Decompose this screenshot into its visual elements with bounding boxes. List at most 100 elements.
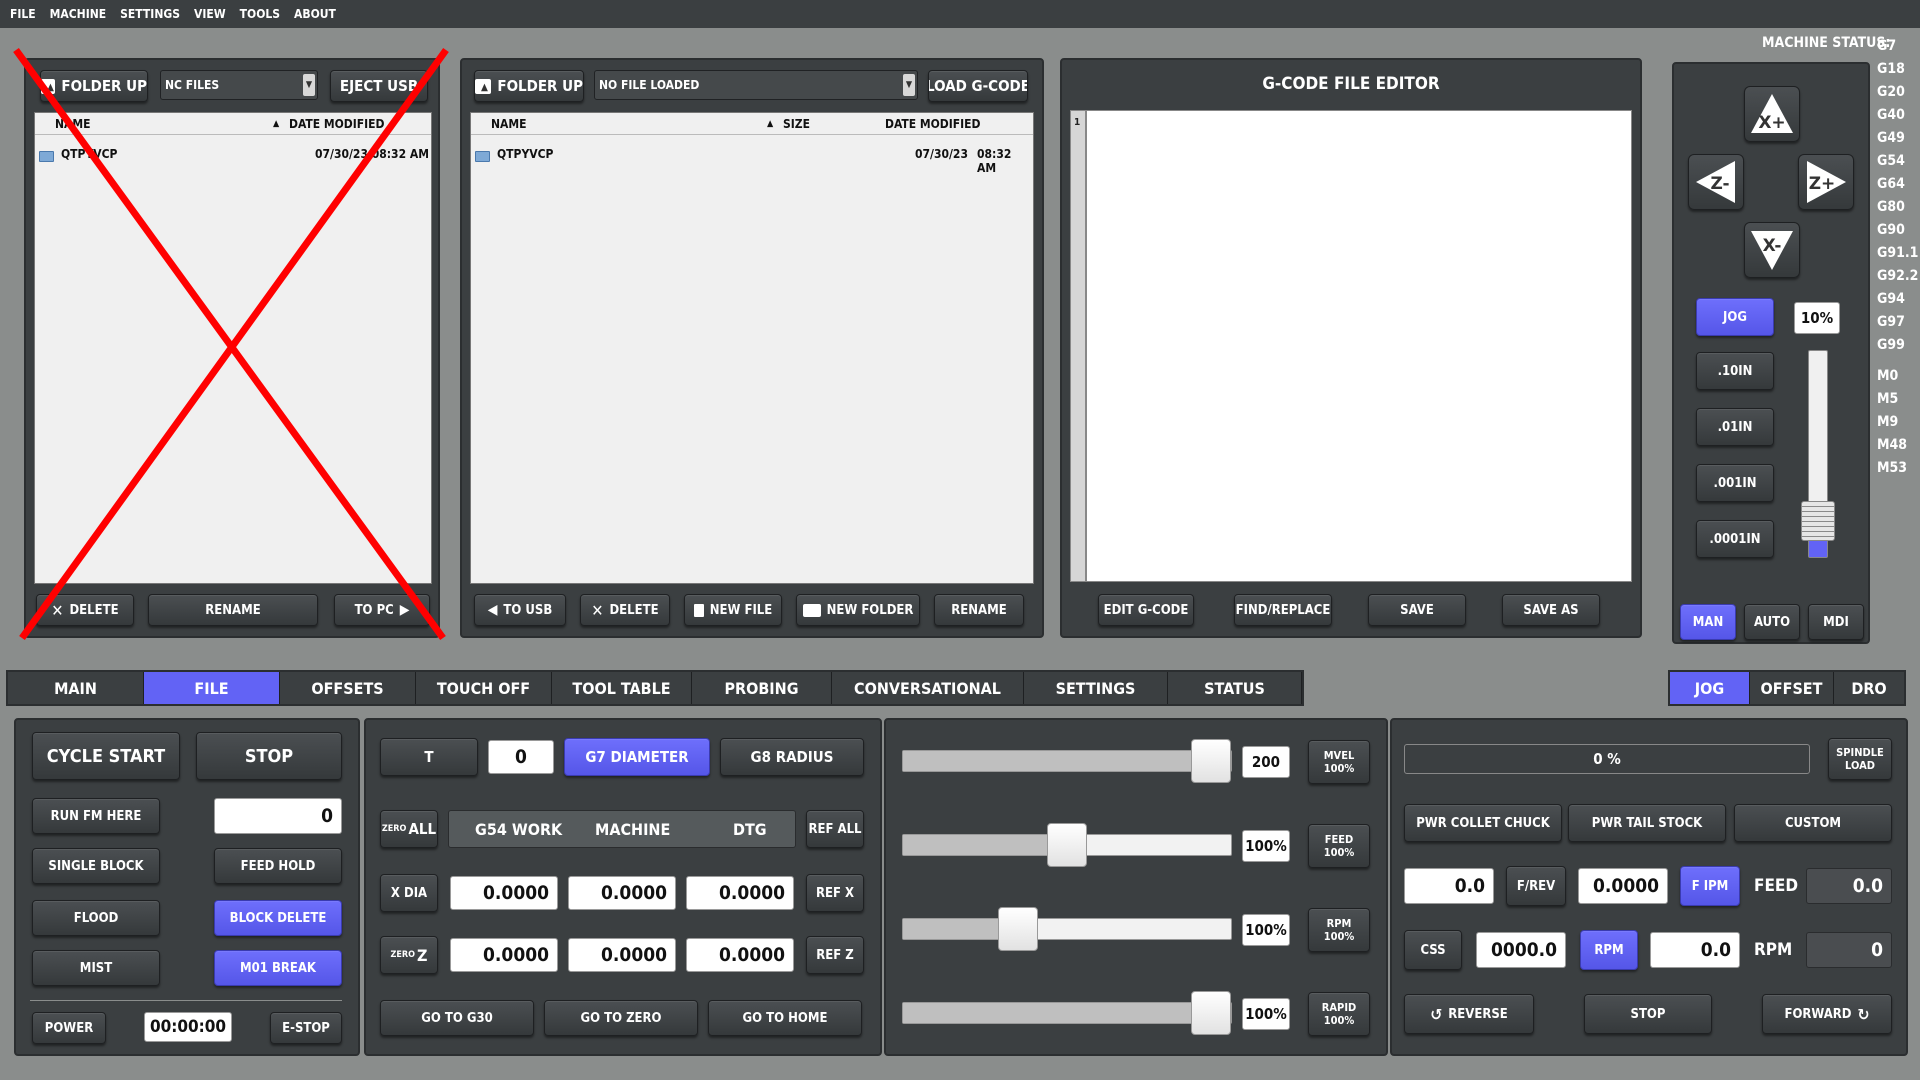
jog-x-minus-button[interactable]: X- xyxy=(1744,222,1800,278)
menu-machine[interactable]: MACHINE xyxy=(50,7,106,21)
rpm-input[interactable]: 0.0 xyxy=(1650,932,1740,968)
menu-view[interactable]: VIEW xyxy=(194,7,226,21)
ref-all-button[interactable]: REF ALL xyxy=(806,810,864,848)
mode-mdi-button[interactable]: MDI xyxy=(1808,604,1864,640)
css-input[interactable]: 0000.0 xyxy=(1476,932,1566,968)
usb-file-list[interactable]: NAME ▲ DATE MODIFIED QTPYVCP 07/30/23 08… xyxy=(34,112,432,584)
ref-x-button[interactable]: REF X xyxy=(806,874,864,912)
local-col-date[interactable]: DATE MODIFIED xyxy=(885,117,981,131)
tab-probing[interactable]: PROBING xyxy=(692,672,832,704)
save-button[interactable]: SAVE xyxy=(1368,594,1466,626)
usb-col-date[interactable]: DATE MODIFIED xyxy=(289,117,385,131)
go-to-g30-button[interactable]: GO TO G30 xyxy=(380,1000,534,1036)
power-button[interactable]: POWER xyxy=(32,1012,106,1044)
menu-settings[interactable]: SETTINGS xyxy=(120,7,180,21)
to-pc-button[interactable]: TO PC ▶ xyxy=(334,594,430,626)
run-from-here-button[interactable]: RUN FM HERE xyxy=(32,798,160,834)
feed-per-rev-input[interactable]: 0.0 xyxy=(1404,868,1494,904)
usb-folder-up-button[interactable]: ▲ FOLDER UP xyxy=(40,70,148,102)
tool-button[interactable]: T xyxy=(380,738,478,776)
gcode-text-area[interactable] xyxy=(1086,110,1632,582)
go-to-home-button[interactable]: GO TO HOME xyxy=(708,1000,862,1036)
slider-handle[interactable] xyxy=(997,907,1038,951)
cycle-start-button[interactable]: CYCLE START xyxy=(32,732,180,780)
new-folder-button[interactable]: NEW FOLDER xyxy=(796,594,920,626)
usb-col-name[interactable]: NAME xyxy=(55,117,91,131)
local-file-combo[interactable]: NO FILE LOADED ▼ xyxy=(594,70,918,100)
tab-dro[interactable]: DRO xyxy=(1834,672,1904,704)
menu-about[interactable]: ABOUT xyxy=(294,7,336,21)
css-button[interactable]: CSS xyxy=(1404,930,1462,970)
pwr-tail-stock-button[interactable]: PWR TAIL STOCK xyxy=(1568,804,1726,842)
tool-number[interactable]: 0 xyxy=(488,740,554,774)
run-from-line-input[interactable]: 0 xyxy=(214,798,342,834)
slider-handle[interactable] xyxy=(1801,501,1835,541)
tab-main[interactable]: MAIN xyxy=(8,672,144,704)
local-rename-button[interactable]: RENAME xyxy=(934,594,1024,626)
f-ipm-button[interactable]: F IPM xyxy=(1680,866,1740,906)
m01-break-button[interactable]: M01 BREAK xyxy=(214,950,342,986)
local-delete-button[interactable]: ✕ DELETE xyxy=(580,594,670,626)
rpm-reset-button[interactable]: RPM 100% xyxy=(1308,908,1370,952)
jog-z-plus-button[interactable]: Z+ xyxy=(1798,154,1854,210)
zero-all-button[interactable]: ZERO ALL xyxy=(380,810,438,848)
forward-button[interactable]: FORWARD ↻ xyxy=(1762,994,1892,1034)
local-folder-up-button[interactable]: ▲ FOLDER UP xyxy=(474,70,584,102)
mist-button[interactable]: MIST xyxy=(32,950,160,986)
local-col-size[interactable]: SIZE xyxy=(783,117,810,131)
mvel-reset-button[interactable]: MVEL 100% xyxy=(1308,740,1370,784)
mvel-slider[interactable] xyxy=(902,739,1232,783)
ref-z-button[interactable]: REF Z xyxy=(806,936,864,974)
block-delete-button[interactable]: BLOCK DELETE xyxy=(214,900,342,936)
estop-button[interactable]: E-STOP xyxy=(270,1012,342,1044)
flood-button[interactable]: FLOOD xyxy=(32,900,160,936)
tab-conversational[interactable]: CONVERSATIONAL xyxy=(832,672,1024,704)
jog-inc-00001-button[interactable]: .0001IN xyxy=(1696,520,1774,558)
feed-ipm-input[interactable]: 0.0000 xyxy=(1578,868,1668,904)
jog-inc-001-button[interactable]: .01IN xyxy=(1696,408,1774,446)
usb-delete-button[interactable]: ✕ DELETE xyxy=(36,594,134,626)
to-usb-button[interactable]: ◀ TO USB xyxy=(474,594,566,626)
usb-rename-button[interactable]: RENAME xyxy=(148,594,318,626)
tab-jog[interactable]: JOG xyxy=(1670,672,1750,704)
jog-z-minus-button[interactable]: Z- xyxy=(1688,154,1744,210)
spindle-stop-button[interactable]: STOP xyxy=(1584,994,1712,1034)
rapid-slider[interactable] xyxy=(902,991,1232,1035)
slider-handle[interactable] xyxy=(1191,991,1231,1035)
tab-settings[interactable]: SETTINGS xyxy=(1024,672,1168,704)
f-rev-button[interactable]: F/REV xyxy=(1506,866,1566,906)
tab-tool-table[interactable]: TOOL TABLE xyxy=(552,672,692,704)
slider-handle[interactable] xyxy=(1191,739,1231,783)
jog-x-plus-button[interactable]: X+ xyxy=(1744,86,1800,142)
list-item[interactable]: QTPYVCP 07/30/23 08:32 AM xyxy=(471,143,1033,175)
feed-reset-button[interactable]: FEED 100% xyxy=(1308,824,1370,868)
menu-file[interactable]: FILE xyxy=(10,7,36,21)
reverse-button[interactable]: ↺ REVERSE xyxy=(1404,994,1534,1034)
mode-auto-button[interactable]: AUTO xyxy=(1744,604,1800,640)
custom-button[interactable]: CUSTOM xyxy=(1734,804,1892,842)
menu-tools[interactable]: TOOLS xyxy=(240,7,280,21)
usb-folder-combo[interactable]: NC FILES ▼ xyxy=(160,70,318,100)
local-file-list[interactable]: NAME ▲ SIZE DATE MODIFIED QTPYVCP 07/30/… xyxy=(470,112,1034,584)
jog-speed-slider[interactable] xyxy=(1801,350,1835,558)
local-col-name[interactable]: NAME xyxy=(491,117,527,131)
jog-mode-button[interactable]: JOG xyxy=(1696,298,1774,336)
save-as-button[interactable]: SAVE AS xyxy=(1502,594,1600,626)
jog-inc-010-button[interactable]: .10IN xyxy=(1696,352,1774,390)
load-gcode-button[interactable]: LOAD G-CODE xyxy=(928,70,1028,102)
single-block-button[interactable]: SINGLE BLOCK xyxy=(32,848,160,884)
new-file-button[interactable]: NEW FILE xyxy=(684,594,782,626)
rpm-slider[interactable] xyxy=(902,907,1232,951)
tab-status[interactable]: STATUS xyxy=(1168,672,1302,704)
rpm-mode-button[interactable]: RPM xyxy=(1580,930,1638,970)
feed-hold-button[interactable]: FEED HOLD xyxy=(214,848,342,884)
find-replace-button[interactable]: FIND/REPLACE xyxy=(1234,594,1332,626)
x-dia-button[interactable]: X DIA xyxy=(380,874,438,912)
go-to-zero-button[interactable]: GO TO ZERO xyxy=(544,1000,698,1036)
tab-file[interactable]: FILE xyxy=(144,672,280,704)
pwr-collet-chuck-button[interactable]: PWR COLLET CHUCK xyxy=(1404,804,1562,842)
tab-offsets[interactable]: OFFSETS xyxy=(280,672,416,704)
tab-offset[interactable]: OFFSET xyxy=(1750,672,1834,704)
stop-button[interactable]: STOP xyxy=(196,732,342,780)
feed-slider[interactable] xyxy=(902,823,1232,867)
